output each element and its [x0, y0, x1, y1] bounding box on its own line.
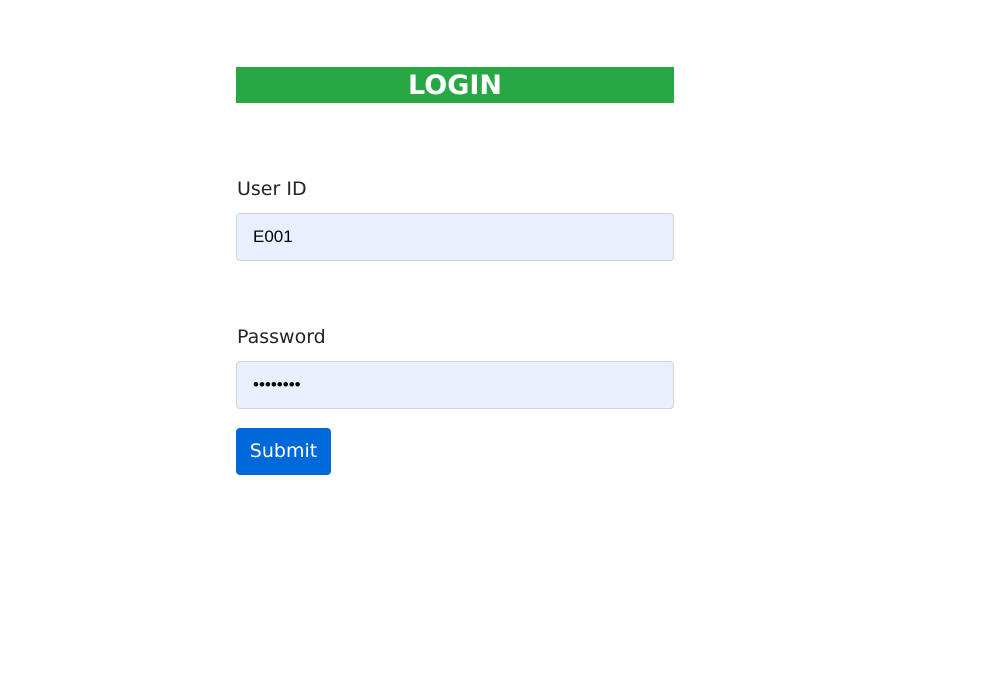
login-title-banner: LOGIN [236, 67, 674, 103]
password-label: Password [237, 326, 326, 348]
user-id-input[interactable] [236, 213, 674, 261]
password-input[interactable] [236, 361, 674, 409]
submit-button[interactable]: Submit [236, 428, 331, 475]
user-id-label: User ID [237, 178, 307, 200]
